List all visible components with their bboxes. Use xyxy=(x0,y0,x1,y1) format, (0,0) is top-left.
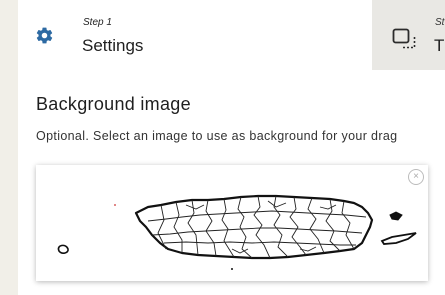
drag-drop-icon xyxy=(392,28,416,49)
tab-settings[interactable]: Step 1 Settings xyxy=(18,0,372,70)
section-description: Optional. Select an image to use as back… xyxy=(36,129,398,143)
tab-step-2[interactable]: St T xyxy=(372,0,445,70)
section-title: Background image xyxy=(36,94,191,114)
step-tabs: Step 1 Settings St T xyxy=(18,0,445,70)
step-title: Settings xyxy=(82,36,144,55)
vieques-island xyxy=(380,232,417,245)
gear-icon xyxy=(36,27,53,44)
mona-island xyxy=(57,244,69,254)
remove-image-button[interactable]: × xyxy=(408,169,424,185)
map-image xyxy=(57,194,417,270)
step-number: Step 1 xyxy=(83,17,112,28)
puerto-rico-outline xyxy=(134,194,374,260)
step-number: St xyxy=(435,17,445,28)
editor-panel: Step 1 Settings St T Background image Op… xyxy=(18,0,445,295)
culebra-island xyxy=(389,211,403,221)
background-image-preview[interactable]: × xyxy=(36,165,428,281)
step-title: T xyxy=(434,36,445,55)
